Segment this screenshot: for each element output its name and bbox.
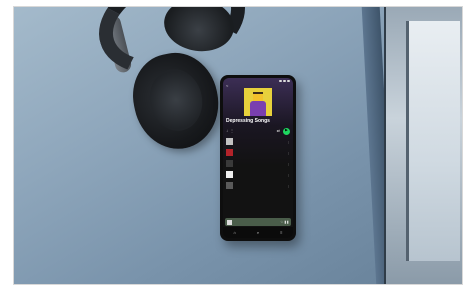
play-button[interactable]: ▶	[283, 127, 290, 135]
list-item[interactable]: ⋮	[226, 158, 290, 169]
search-icon: ⌕	[256, 229, 260, 235]
list-item[interactable]: ⋮	[226, 136, 290, 147]
download-icon[interactable]: ↓	[226, 129, 228, 133]
track-more-icon[interactable]: ⋮	[287, 184, 290, 188]
now-playing-controls-icon[interactable]: ♡ ❚❚	[280, 220, 289, 224]
library-icon: ≡	[280, 229, 283, 235]
track-more-icon[interactable]: ⋮	[287, 173, 290, 177]
playlist-cover	[244, 88, 272, 116]
playlist-controls: ↓ ⋮ ⇄ ▶	[223, 126, 293, 136]
list-item[interactable]: ⋮	[226, 169, 290, 180]
now-playing-thumbnail	[227, 219, 232, 225]
shuffle-icon[interactable]: ⇄	[277, 129, 280, 133]
track-thumbnail	[226, 160, 233, 167]
nav-search[interactable]: ⌕	[256, 229, 260, 235]
track-more-icon[interactable]: ⋮	[287, 140, 290, 144]
bottom-nav: ⌂ ⌕ ≡	[223, 227, 293, 238]
track-thumbnail	[226, 138, 233, 145]
track-list: ⋮ ⋮ ⋮ ⋮ ⋮	[223, 136, 293, 191]
track-more-icon[interactable]: ⋮	[287, 162, 290, 166]
status-icons	[279, 80, 290, 82]
window-pane	[406, 21, 460, 261]
home-icon: ⌂	[233, 229, 236, 235]
smartphone: < Depressing Songs ↓ ⋮ ⇄ ▶ ⋮ ⋮ ⋮ ⋮ ⋮ ♡ ❚…	[220, 75, 296, 241]
nav-library[interactable]: ≡	[280, 229, 283, 235]
track-thumbnail	[226, 171, 233, 178]
playlist-title: Depressing Songs	[226, 118, 270, 124]
track-thumbnail	[226, 182, 233, 189]
nav-home[interactable]: ⌂	[233, 229, 236, 235]
track-more-icon[interactable]: ⋮	[287, 151, 290, 155]
list-item[interactable]: ⋮	[226, 147, 290, 158]
list-item[interactable]: ⋮	[226, 180, 290, 191]
more-options-icon[interactable]: ⋮	[230, 129, 234, 133]
track-thumbnail	[226, 149, 233, 156]
phone-screen: < Depressing Songs ↓ ⋮ ⇄ ▶ ⋮ ⋮ ⋮ ⋮ ⋮ ♡ ❚…	[223, 78, 293, 238]
now-playing-bar[interactable]: ♡ ❚❚	[225, 218, 291, 226]
photo-frame: < Depressing Songs ↓ ⋮ ⇄ ▶ ⋮ ⋮ ⋮ ⋮ ⋮ ♡ ❚…	[13, 6, 463, 285]
